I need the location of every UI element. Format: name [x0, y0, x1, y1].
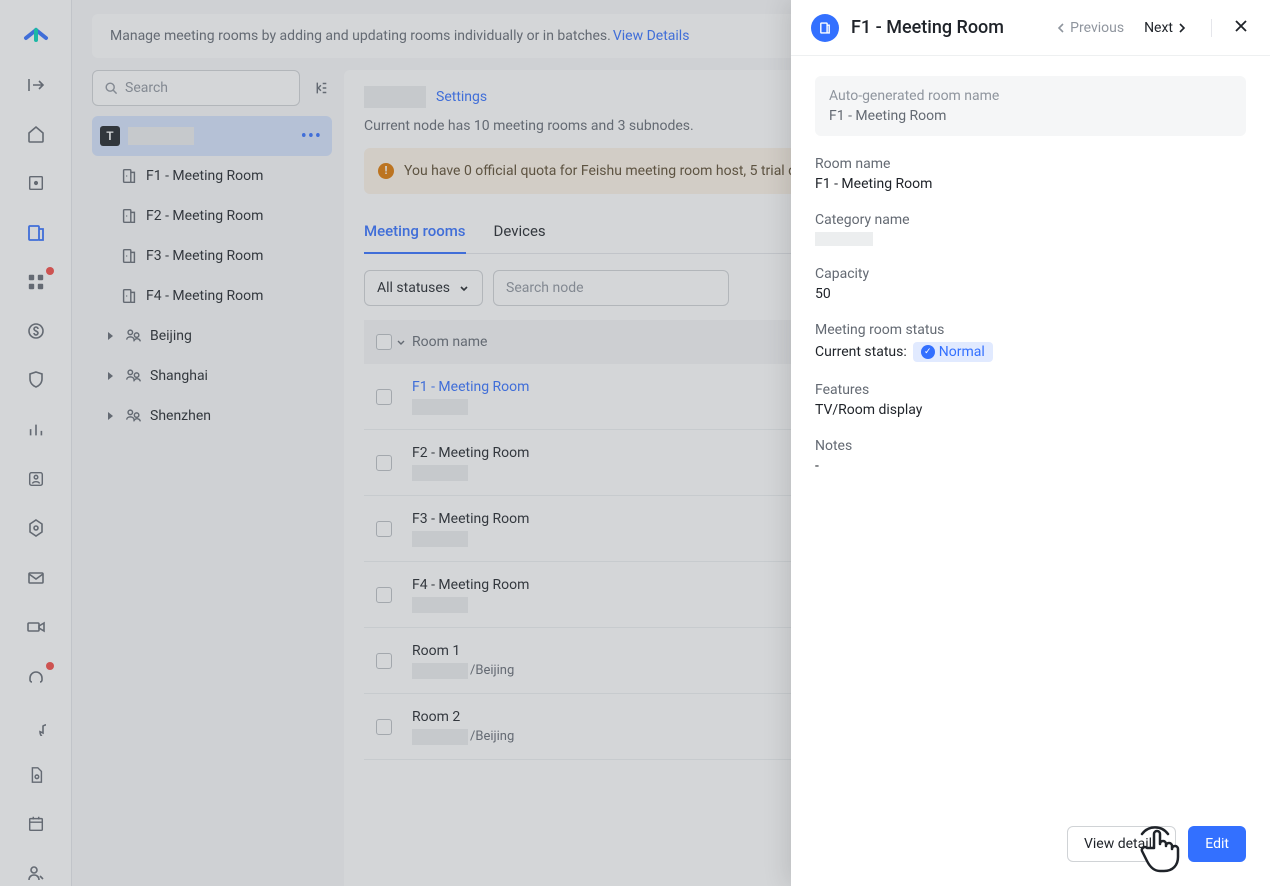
field-category: Category name	[815, 212, 1246, 246]
drawer-footer: View details Edit	[791, 810, 1270, 886]
field-status: Meeting room status Current status: ✓ No…	[815, 322, 1246, 362]
field-notes: Notes -	[815, 438, 1246, 474]
chevron-right-icon	[1175, 22, 1187, 34]
field-features: Features TV/Room display	[815, 382, 1246, 418]
room-detail-drawer: F1 - Meeting Room Previous Next Auto-gen…	[791, 0, 1270, 886]
close-icon	[1232, 17, 1250, 35]
view-details-button[interactable]: View details	[1067, 826, 1176, 862]
previous-button[interactable]: Previous	[1052, 16, 1128, 40]
drawer-body: Auto-generated room name F1 - Meeting Ro…	[791, 56, 1270, 810]
drawer-header: F1 - Meeting Room Previous Next	[791, 0, 1270, 56]
room-icon	[811, 14, 839, 42]
next-button[interactable]: Next	[1140, 16, 1191, 40]
field-room-name: Room name F1 - Meeting Room	[815, 156, 1246, 192]
chevron-left-icon	[1056, 22, 1068, 34]
check-icon: ✓	[921, 345, 935, 359]
drawer-title: F1 - Meeting Room	[851, 17, 1040, 38]
edit-button[interactable]: Edit	[1188, 826, 1246, 862]
field-capacity: Capacity 50	[815, 266, 1246, 302]
close-button[interactable]	[1232, 17, 1250, 39]
auto-name-card: Auto-generated room name F1 - Meeting Ro…	[815, 76, 1246, 136]
status-badge: ✓ Normal	[913, 342, 993, 362]
